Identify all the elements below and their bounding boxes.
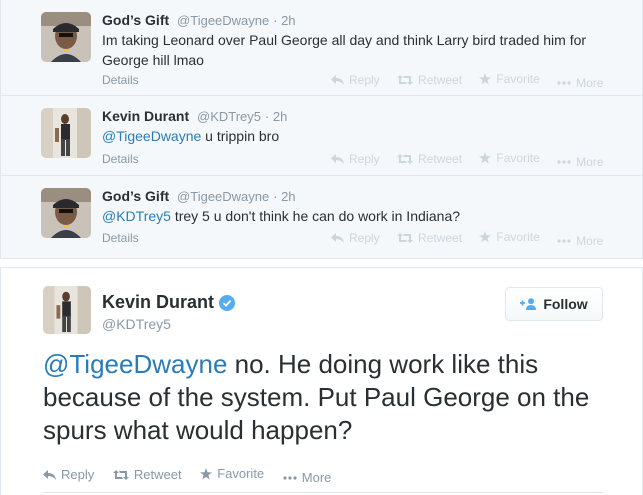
timestamp[interactable]: · 2h: [265, 109, 287, 124]
avatar[interactable]: [41, 188, 91, 238]
conversation-thread: God’s Gift @TigeeDwayne · 2h Im taking L…: [0, 0, 643, 259]
more-button[interactable]: More: [283, 470, 332, 485]
reply-button[interactable]: Reply: [331, 73, 380, 87]
reply-icon: [331, 154, 344, 164]
retweet-icon: [112, 469, 129, 480]
more-dots-icon: [557, 239, 571, 243]
follow-button[interactable]: Follow: [505, 287, 603, 321]
star-icon: [200, 467, 213, 479]
favorite-label: Favorite: [496, 230, 540, 244]
tweet-body: Im taking Leonard over Paul George all d…: [102, 32, 587, 68]
avatar[interactable]: [41, 108, 91, 158]
more-label: More: [576, 76, 604, 90]
more-label: More: [576, 234, 604, 248]
star-icon: [479, 152, 492, 164]
favorite-label: Favorite: [496, 151, 540, 165]
favorite-label: Favorite: [217, 466, 265, 481]
favorite-label: Favorite: [496, 72, 540, 86]
tweet-body: trey 5 u don't think he can do work in I…: [170, 208, 461, 224]
reply-header: God’s Gift @TigeeDwayne · 2h: [102, 12, 296, 28]
tweet-text: @KDTrey5 trey 5 u don't think he can do …: [102, 206, 617, 226]
username[interactable]: @KDTrey5: [197, 109, 261, 124]
more-label: More: [576, 155, 604, 169]
username[interactable]: @KDTrey5: [102, 316, 171, 332]
reply-tweet[interactable]: God’s Gift @TigeeDwayne · 2h Im taking L…: [1, 0, 642, 96]
reply-tweet[interactable]: Kevin Durant @KDTrey5 · 2h @TigeeDwayne …: [1, 96, 642, 176]
retweet-icon: [397, 233, 414, 243]
details-link[interactable]: Details: [102, 152, 139, 166]
reply-label: Reply: [349, 152, 380, 166]
more-button[interactable]: More: [557, 155, 603, 169]
tweet-text: Im taking Leonard over Paul George all d…: [102, 30, 617, 70]
display-name[interactable]: God’s Gift: [102, 12, 169, 28]
retweet-button[interactable]: Retweet: [397, 231, 462, 245]
more-dots-icon: [557, 81, 571, 85]
reply-icon: [331, 75, 344, 85]
reply-label: Reply: [349, 231, 380, 245]
timestamp[interactable]: · 2h: [273, 189, 295, 204]
star-icon: [479, 73, 492, 85]
tweet-actions: Reply Retweet Favorite More: [331, 72, 617, 90]
retweet-icon: [397, 154, 414, 164]
reply-header: Kevin Durant @KDTrey5 · 2h: [102, 108, 287, 124]
display-name[interactable]: God’s Gift: [102, 188, 169, 204]
reply-icon: [43, 469, 56, 480]
thread-separator: [0, 259, 643, 267]
add-user-icon: [520, 298, 537, 310]
username[interactable]: @TigeeDwayne: [177, 189, 269, 204]
retweet-label: Retweet: [418, 231, 463, 245]
mention-link[interactable]: @KDTrey5: [102, 208, 171, 224]
retweet-label: Retweet: [418, 152, 463, 166]
more-dots-icon: [557, 160, 571, 164]
tweet-actions: Reply Retweet Favorite More: [43, 466, 346, 485]
more-button[interactable]: More: [557, 234, 603, 248]
retweet-label: Retweet: [418, 73, 463, 87]
favorite-button[interactable]: Favorite: [479, 230, 540, 244]
tweet-text: @TigeeDwayne u trippin bro: [102, 126, 617, 146]
display-name-text: Kevin Durant: [102, 292, 215, 312]
more-button[interactable]: More: [557, 76, 603, 90]
tweet-text: @TigeeDwayne no. He doing work like this…: [43, 348, 628, 447]
more-dots-icon: [283, 475, 297, 480]
retweet-label: Retweet: [133, 467, 182, 482]
reply-label: Reply: [61, 467, 95, 482]
retweet-button[interactable]: Retweet: [112, 467, 182, 482]
retweet-button[interactable]: Retweet: [397, 73, 462, 87]
avatar[interactable]: [43, 286, 91, 334]
display-name[interactable]: Kevin Durant: [102, 108, 189, 124]
reply-button[interactable]: Reply: [331, 152, 380, 166]
details-link[interactable]: Details: [102, 73, 139, 87]
star-icon: [479, 231, 492, 243]
tweet-actions: Reply Retweet Favorite More: [331, 151, 617, 169]
main-tweet: Kevin Durant @KDTrey5 Follow @TigeeDwayn…: [0, 267, 643, 495]
reply-label: Reply: [349, 73, 380, 87]
mention-link[interactable]: @TigeeDwayne: [43, 349, 227, 379]
reply-button[interactable]: Reply: [43, 467, 94, 482]
retweet-button[interactable]: Retweet: [397, 152, 462, 166]
favorite-button[interactable]: Favorite: [479, 72, 540, 86]
reply-header: God’s Gift @TigeeDwayne · 2h: [102, 188, 296, 204]
tweet-actions: Reply Retweet Favorite More: [331, 230, 617, 248]
favorite-button[interactable]: Favorite: [479, 151, 540, 165]
reply-tweet[interactable]: God’s Gift @TigeeDwayne · 2h @KDTrey5 tr…: [1, 176, 642, 259]
divider: [43, 492, 603, 493]
retweet-icon: [397, 75, 414, 85]
mention-link[interactable]: @TigeeDwayne: [102, 128, 201, 144]
timestamp[interactable]: · 2h: [273, 13, 295, 28]
display-name[interactable]: Kevin Durant: [102, 292, 236, 313]
follow-label: Follow: [543, 296, 588, 312]
favorite-button[interactable]: Favorite: [200, 466, 264, 481]
more-label: More: [301, 470, 332, 485]
reply-button[interactable]: Reply: [331, 231, 380, 245]
username[interactable]: @TigeeDwayne: [177, 13, 269, 28]
reply-icon: [331, 233, 344, 243]
verified-badge-icon: [219, 294, 236, 311]
tweet-body: u trippin bro: [201, 128, 280, 144]
details-link[interactable]: Details: [102, 231, 139, 245]
avatar[interactable]: [41, 12, 91, 62]
